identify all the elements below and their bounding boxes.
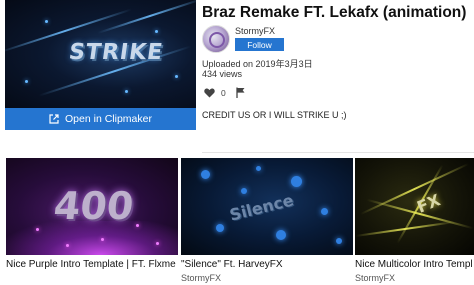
asset-thumbnail[interactable]: STRIKE bbox=[5, 0, 196, 108]
thumbnail-text: 400 bbox=[51, 184, 136, 228]
open-in-clipmaker-label: Open in Clipmaker bbox=[65, 113, 152, 125]
open-in-clipmaker-button[interactable]: Open in Clipmaker bbox=[5, 108, 196, 130]
related-item[interactable]: Silence "Silence" Ft. HarveyFX StormyFX bbox=[181, 158, 353, 283]
view-count: 434 views bbox=[202, 69, 243, 79]
creator-name[interactable]: StormyFX bbox=[235, 26, 275, 36]
related-thumbnail[interactable]: Silence bbox=[181, 158, 353, 255]
external-link-icon bbox=[49, 114, 59, 124]
thumbnail-text: Silence bbox=[227, 190, 296, 225]
asset-preview: STRIKE Open in Clipmaker bbox=[5, 0, 196, 130]
related-thumbnail[interactable]: 400 bbox=[6, 158, 178, 255]
like-button[interactable]: 0 bbox=[204, 88, 226, 98]
follow-button[interactable]: Follow bbox=[235, 38, 284, 51]
related-item[interactable]: FX Nice Multicolor Intro Templ StormyFX bbox=[355, 158, 474, 283]
thumbnail-text: STRIKE bbox=[67, 40, 165, 65]
section-divider bbox=[202, 152, 474, 153]
heart-icon bbox=[204, 88, 215, 98]
creator-avatar[interactable] bbox=[202, 25, 230, 53]
like-count: 0 bbox=[221, 88, 226, 98]
related-title[interactable]: Nice Multicolor Intro Templ bbox=[355, 258, 474, 271]
asset-title: Braz Remake FT. Lekafx (animation) bbox=[202, 4, 467, 21]
related-thumbnail[interactable]: FX bbox=[355, 158, 474, 255]
related-item[interactable]: 400 Nice Purple Intro Template | FT. Flx… bbox=[6, 158, 178, 273]
flag-icon[interactable] bbox=[236, 87, 246, 98]
related-creator[interactable]: StormyFX bbox=[181, 273, 353, 283]
related-title[interactable]: Nice Purple Intro Template | FT. Flxme bbox=[6, 258, 178, 271]
asset-description: CREDIT US OR I WILL STRIKE U ;) bbox=[202, 110, 347, 120]
related-title[interactable]: "Silence" Ft. HarveyFX bbox=[181, 258, 353, 271]
related-creator[interactable]: StormyFX bbox=[355, 273, 474, 283]
